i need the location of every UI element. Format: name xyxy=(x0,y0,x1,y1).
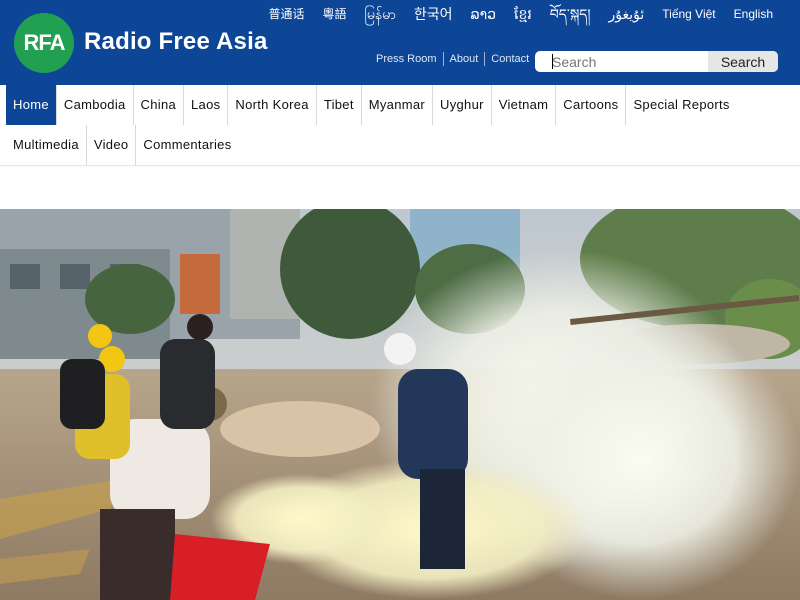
lang-khmer[interactable]: ខ្មែរ xyxy=(505,5,541,23)
lang-cantonese[interactable]: 粵語 xyxy=(314,5,356,23)
nav-commentaries[interactable]: Commentaries xyxy=(136,125,238,165)
nav-uyghur[interactable]: Uyghur xyxy=(433,85,492,125)
search-button[interactable]: Search xyxy=(708,51,778,72)
hero-photo-illustration xyxy=(0,209,800,600)
utility-links: Press Room About Contact xyxy=(370,52,535,66)
nav-row-primary: Home Cambodia China Laos North Korea Tib… xyxy=(6,85,737,125)
main-nav: Home Cambodia China Laos North Korea Tib… xyxy=(6,85,800,165)
lang-korean[interactable]: 한국어 xyxy=(405,5,462,23)
site-header: RFA Radio Free Asia 普通话 粵語 မြန်မာ 한국어 ລາ… xyxy=(0,0,800,85)
search-box: Search xyxy=(535,51,778,72)
hero-photo[interactable] xyxy=(0,209,800,600)
nav-video[interactable]: Video xyxy=(87,125,137,165)
nav-divider xyxy=(0,165,800,166)
nav-home[interactable]: Home xyxy=(6,85,57,125)
contact-link[interactable]: Contact xyxy=(485,53,535,65)
rfa-logo[interactable]: RFA xyxy=(14,13,74,73)
lang-english[interactable]: English xyxy=(725,5,782,23)
nav-multimedia[interactable]: Multimedia xyxy=(6,125,87,165)
language-bar: 普通话 粵語 မြန်မာ 한국어 ລາວ ខ្មែរ བོད་སྐད། ئۇي… xyxy=(259,5,782,23)
lang-uyghur[interactable]: ئۇيغۇر xyxy=(599,5,653,23)
nav-cartoons[interactable]: Cartoons xyxy=(556,85,627,125)
nav-china[interactable]: China xyxy=(134,85,185,125)
lang-tibetan[interactable]: བོད་སྐད། xyxy=(541,5,600,23)
nav-laos[interactable]: Laos xyxy=(184,85,229,125)
nav-tibet[interactable]: Tibet xyxy=(317,85,362,125)
lang-vietnamese[interactable]: Tiếng Việt xyxy=(653,5,724,23)
nav-myanmar[interactable]: Myanmar xyxy=(362,85,434,125)
brand-name[interactable]: Radio Free Asia xyxy=(84,28,268,56)
nav-row-secondary: Multimedia Video Commentaries xyxy=(6,125,239,165)
text-cursor xyxy=(552,54,553,69)
lang-lao[interactable]: ລາວ xyxy=(462,5,506,23)
about-link[interactable]: About xyxy=(444,53,485,65)
lang-burmese[interactable]: မြန်မာ xyxy=(356,5,405,23)
lang-mandarin[interactable]: 普通话 xyxy=(259,5,313,23)
nav-vietnam[interactable]: Vietnam xyxy=(492,85,557,125)
nav-special-reports[interactable]: Special Reports xyxy=(626,85,736,125)
nav-north-korea[interactable]: North Korea xyxy=(228,85,317,125)
press-room-link[interactable]: Press Room xyxy=(370,53,443,65)
nav-cambodia[interactable]: Cambodia xyxy=(57,85,134,125)
